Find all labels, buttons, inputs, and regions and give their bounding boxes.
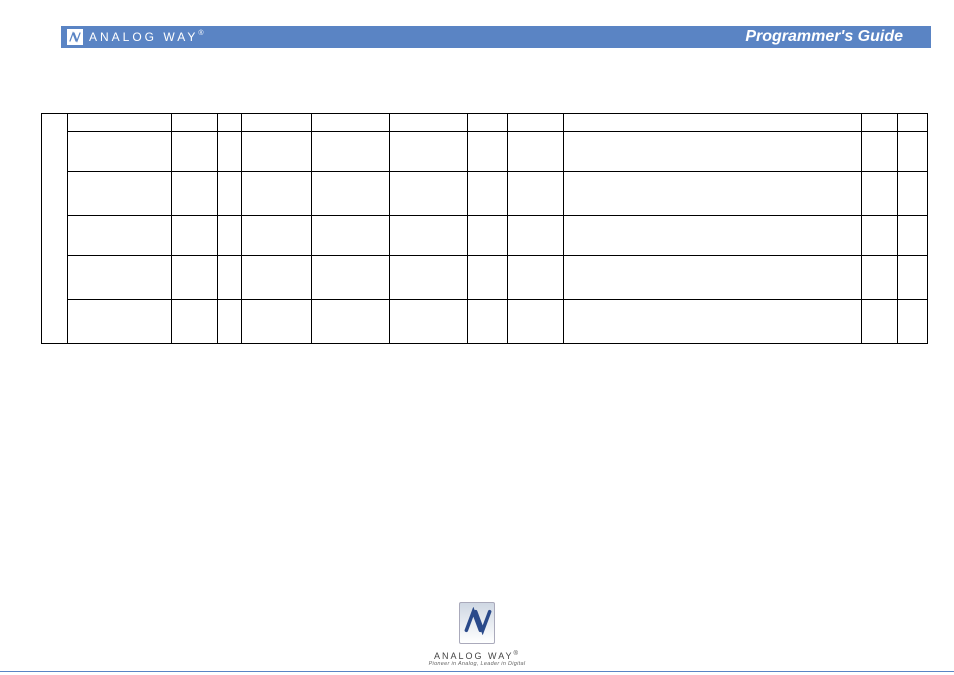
cell-max — [508, 132, 564, 172]
cell-note2 — [898, 172, 928, 216]
cell-idx1 — [312, 256, 390, 300]
cell-name — [68, 172, 172, 216]
cell-name — [68, 300, 172, 344]
table-row — [42, 114, 928, 132]
cell-idx1 — [312, 216, 390, 256]
cell-name — [68, 256, 172, 300]
cell-rw — [218, 172, 242, 216]
analog-way-logo-icon — [67, 29, 83, 45]
cell-min — [468, 216, 508, 256]
cell-note1 — [862, 172, 898, 216]
analog-way-footer-logo-icon — [459, 602, 495, 644]
cell-rw — [218, 216, 242, 256]
cell-type — [242, 216, 312, 256]
header-brand-mark: ® — [198, 30, 203, 37]
cell-idx2 — [390, 132, 468, 172]
cell-min — [468, 172, 508, 216]
cell-min — [468, 256, 508, 300]
table-row — [42, 216, 928, 256]
footer-brand-mark: ® — [514, 651, 520, 657]
header-left: ANALOG WAY® — [61, 29, 204, 45]
cell-desc — [564, 114, 862, 132]
cell-note2 — [898, 300, 928, 344]
cell-note1 — [862, 132, 898, 172]
cell-idx2 — [390, 256, 468, 300]
cell-idx2 — [390, 114, 468, 132]
cell-note2 — [898, 256, 928, 300]
cell-note1 — [862, 114, 898, 132]
cell-idx2 — [390, 300, 468, 344]
cell-rw — [218, 300, 242, 344]
cell-name — [68, 216, 172, 256]
table-row — [42, 300, 928, 344]
page: ANALOG WAY® Programmer's Guide ANALOG WA… — [0, 0, 954, 675]
group-cell — [42, 114, 68, 344]
cell-note2 — [898, 132, 928, 172]
cell-idx2 — [390, 216, 468, 256]
cell-note1 — [862, 256, 898, 300]
cell-note1 — [862, 300, 898, 344]
cell-min — [468, 114, 508, 132]
footer-tagline: Pioneer in Analog, Leader in Digital — [0, 661, 954, 667]
cell-rw — [218, 114, 242, 132]
table-row — [42, 172, 928, 216]
cell-max — [508, 172, 564, 216]
footer-rule — [0, 671, 954, 672]
header-bar: ANALOG WAY® Programmer's Guide — [61, 26, 931, 48]
cell-cmd — [172, 256, 218, 300]
cell-name — [68, 114, 172, 132]
cell-name — [68, 132, 172, 172]
command-table — [41, 113, 925, 344]
cell-note2 — [898, 216, 928, 256]
header-brand-text: ANALOG WAY — [89, 30, 198, 44]
cell-rw — [218, 132, 242, 172]
cell-desc — [564, 256, 862, 300]
cell-cmd — [172, 132, 218, 172]
cell-max — [508, 256, 564, 300]
cell-idx2 — [390, 172, 468, 216]
cell-cmd — [172, 172, 218, 216]
cell-type — [242, 256, 312, 300]
cell-desc — [564, 216, 862, 256]
cell-max — [508, 216, 564, 256]
cell-min — [468, 132, 508, 172]
cell-idx1 — [312, 172, 390, 216]
cell-note1 — [862, 216, 898, 256]
cell-type — [242, 114, 312, 132]
cell-note2 — [898, 114, 928, 132]
cell-max — [508, 114, 564, 132]
cell-max — [508, 300, 564, 344]
cell-desc — [564, 172, 862, 216]
page-title: Programmer's Guide — [745, 28, 931, 46]
footer: ANALOG WAY® Pioneer in Analog, Leader in… — [0, 602, 954, 672]
cell-min — [468, 300, 508, 344]
cell-rw — [218, 256, 242, 300]
cell-desc — [564, 132, 862, 172]
table-row — [42, 132, 928, 172]
cell-cmd — [172, 300, 218, 344]
cell-type — [242, 132, 312, 172]
cell-cmd — [172, 114, 218, 132]
cell-idx1 — [312, 114, 390, 132]
cell-idx1 — [312, 300, 390, 344]
header-brand: ANALOG WAY® — [89, 30, 204, 44]
cell-idx1 — [312, 132, 390, 172]
cell-cmd — [172, 216, 218, 256]
cell-type — [242, 300, 312, 344]
footer-brand-text: ANALOG WAY — [434, 651, 514, 661]
table-row — [42, 256, 928, 300]
cell-desc — [564, 300, 862, 344]
footer-brand: ANALOG WAY® — [0, 651, 954, 661]
cell-type — [242, 172, 312, 216]
